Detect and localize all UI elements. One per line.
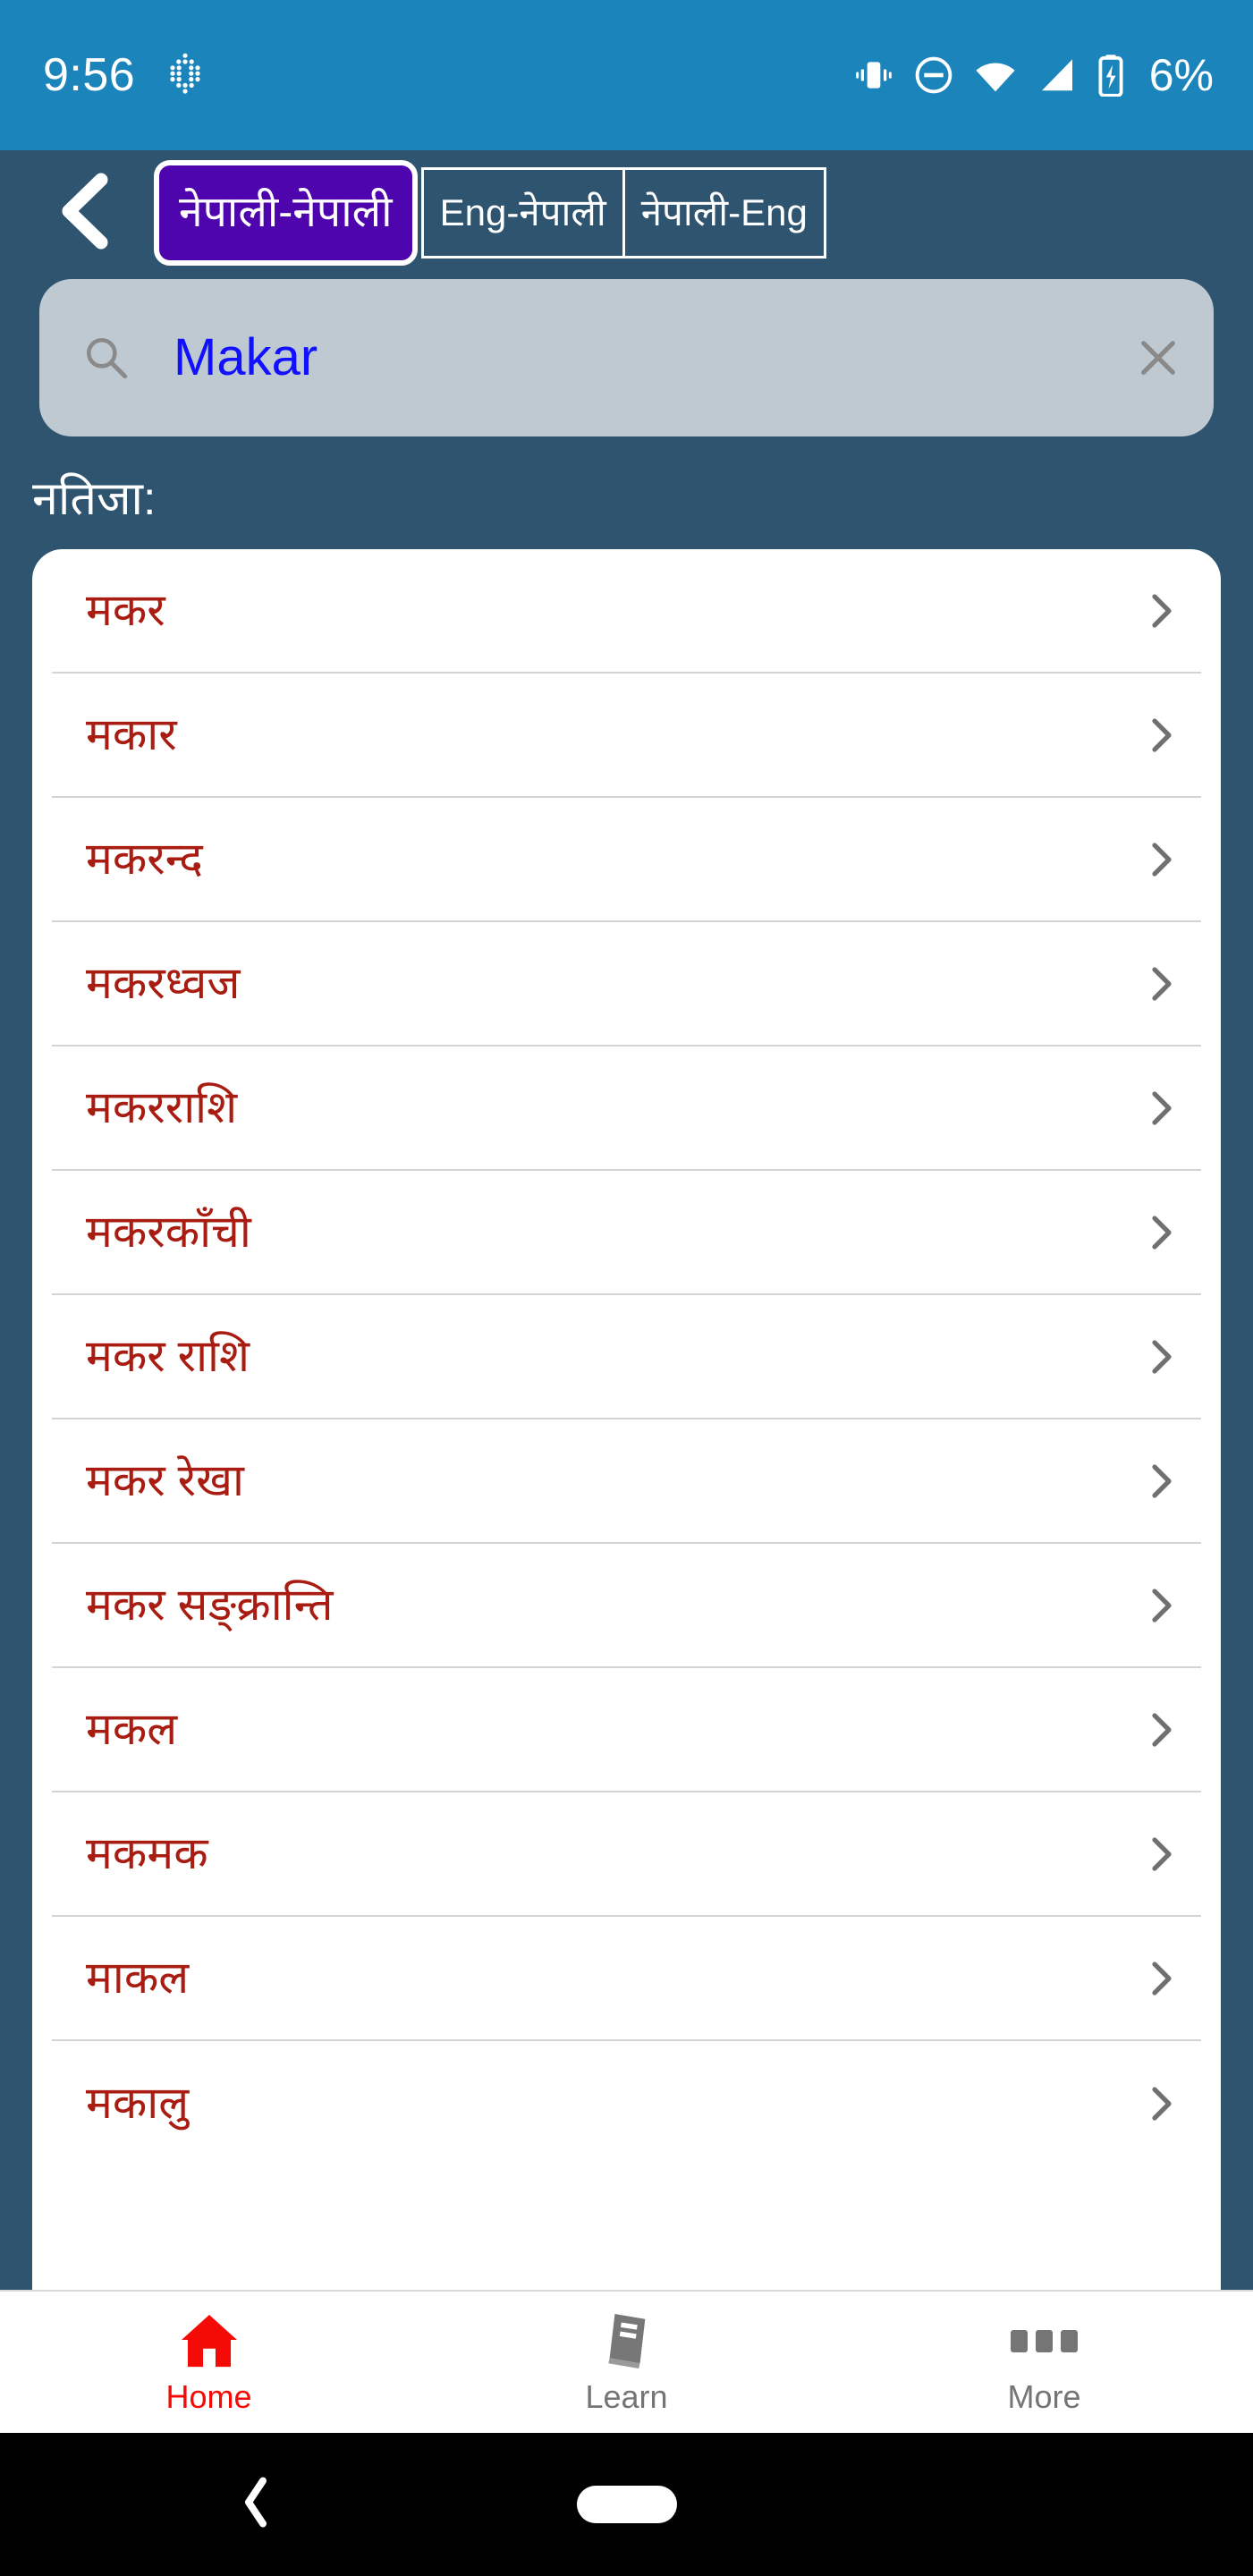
result-word: मकर रेखा (86, 1457, 244, 1504)
search-input[interactable]: Makar (174, 332, 1133, 384)
result-row[interactable]: मकर राशि (52, 1295, 1201, 1419)
cellular-signal-icon (1037, 55, 1076, 95)
chevron-right-icon (1142, 1710, 1181, 1750)
chevron-right-icon (1142, 964, 1181, 1004)
result-row[interactable]: मकमक (52, 1792, 1201, 1917)
status-time: 9:56 (43, 52, 135, 98)
bottom-navigation: Home Learn More (0, 2290, 1253, 2433)
tab-nepali-nepali-label: नेपाली-नेपाली (179, 191, 393, 234)
chevron-right-icon (1142, 1089, 1181, 1128)
back-button[interactable] (36, 164, 134, 262)
status-bar: 9:56 (0, 0, 1253, 150)
result-row[interactable]: मकरध्वज (52, 922, 1201, 1046)
do-not-disturb-icon (913, 55, 954, 96)
dots-pattern-icon (167, 53, 203, 98)
result-row[interactable]: मकरराशि (52, 1046, 1201, 1171)
tab-eng-nepali[interactable]: Eng-नेपाली (421, 167, 622, 258)
chevron-right-icon (1142, 1213, 1181, 1252)
nav-item-home-label: Home (165, 2381, 251, 2413)
result-row[interactable]: मकर रेखा (52, 1419, 1201, 1544)
chevron-right-icon (1142, 716, 1181, 755)
vibrate-icon (854, 55, 893, 95)
chevron-right-icon (1142, 591, 1181, 631)
status-bar-left: 9:56 (43, 52, 203, 98)
results-card: मकर मकार मकरन्द मकरध्वज मकरराशि मकरकाँची मकर र… (32, 549, 1221, 2290)
search-icon (82, 334, 131, 382)
result-row[interactable]: मकर (52, 549, 1201, 674)
battery-percent-label: 6% (1149, 53, 1214, 97)
close-icon[interactable] (1133, 333, 1183, 383)
tab-nepali-eng[interactable]: नेपाली-Eng (622, 167, 826, 258)
dictionary-mode-tabs: नेपाली-नेपाली Eng-नेपाली नेपाली-Eng (154, 167, 826, 258)
result-row[interactable]: मकर सङ्क्रान्ति (52, 1544, 1201, 1668)
chevron-right-icon (1142, 1959, 1181, 1998)
chevron-right-icon (1142, 1835, 1181, 1874)
result-word: मकर राशि (86, 1333, 250, 1380)
nav-item-more[interactable]: More (835, 2292, 1253, 2433)
result-row[interactable]: मकरन्द (52, 798, 1201, 922)
chevron-right-icon (1142, 840, 1181, 879)
result-word: मकमक (86, 1830, 208, 1877)
status-bar-right: 6% (854, 53, 1214, 97)
more-dots-icon (1011, 2311, 1078, 2370)
results-list: मकर मकार मकरन्द मकरध्वज मकरराशि मकरकाँची मकर र… (32, 549, 1221, 2165)
chevron-right-icon (1142, 1337, 1181, 1377)
result-word: मकरध्वज (86, 960, 240, 1007)
result-word: मकरकाँची (86, 1208, 251, 1256)
chevron-right-icon (1142, 1462, 1181, 1501)
result-row[interactable]: मकार (52, 674, 1201, 798)
home-pill-icon[interactable] (577, 2486, 677, 2523)
book-icon (599, 2311, 655, 2370)
result-word: मकर (86, 587, 165, 634)
nav-item-learn-label: Learn (585, 2381, 667, 2413)
result-word: माकल (86, 1954, 189, 2002)
search-section: Makar (0, 263, 1253, 436)
phone-screen: 9:56 (0, 0, 1253, 2576)
system-navigation-bar (0, 2433, 1253, 2576)
result-word: मकल (86, 1706, 177, 1753)
result-row[interactable]: मकालु (52, 2041, 1201, 2165)
chevron-left-icon (53, 173, 117, 254)
app-header: नेपाली-नेपाली Eng-नेपाली नेपाली-Eng (0, 150, 1253, 263)
result-row[interactable]: माकल (52, 1917, 1201, 2041)
tab-eng-nepali-label: Eng-नेपाली (440, 194, 606, 232)
home-icon (180, 2311, 239, 2370)
wifi-icon (974, 55, 1017, 95)
result-word: मकार (86, 711, 177, 758)
nav-item-learn[interactable]: Learn (418, 2292, 835, 2433)
tab-nepali-eng-label: नेपाली-Eng (641, 194, 808, 232)
result-word: मकर सङ्क्रान्ति (86, 1581, 334, 1629)
chevron-right-icon (1142, 2084, 1181, 2123)
result-row[interactable]: मकरकाँची (52, 1171, 1201, 1295)
results-label: नतिजा: (0, 436, 1253, 549)
tab-nepali-nepali[interactable]: नेपाली-नेपाली (154, 160, 418, 266)
search-bar[interactable]: Makar (39, 279, 1214, 436)
result-row[interactable]: मकल (52, 1668, 1201, 1792)
nav-item-home[interactable]: Home (0, 2292, 418, 2433)
system-back-icon[interactable] (241, 2478, 272, 2532)
nav-item-more-label: More (1007, 2381, 1080, 2413)
result-word: मकालु (86, 2080, 189, 2127)
battery-charging-icon (1096, 54, 1126, 97)
result-word: मकरराशि (86, 1084, 237, 1131)
chevron-right-icon (1142, 1586, 1181, 1625)
result-word: मकरन्द (86, 835, 203, 883)
